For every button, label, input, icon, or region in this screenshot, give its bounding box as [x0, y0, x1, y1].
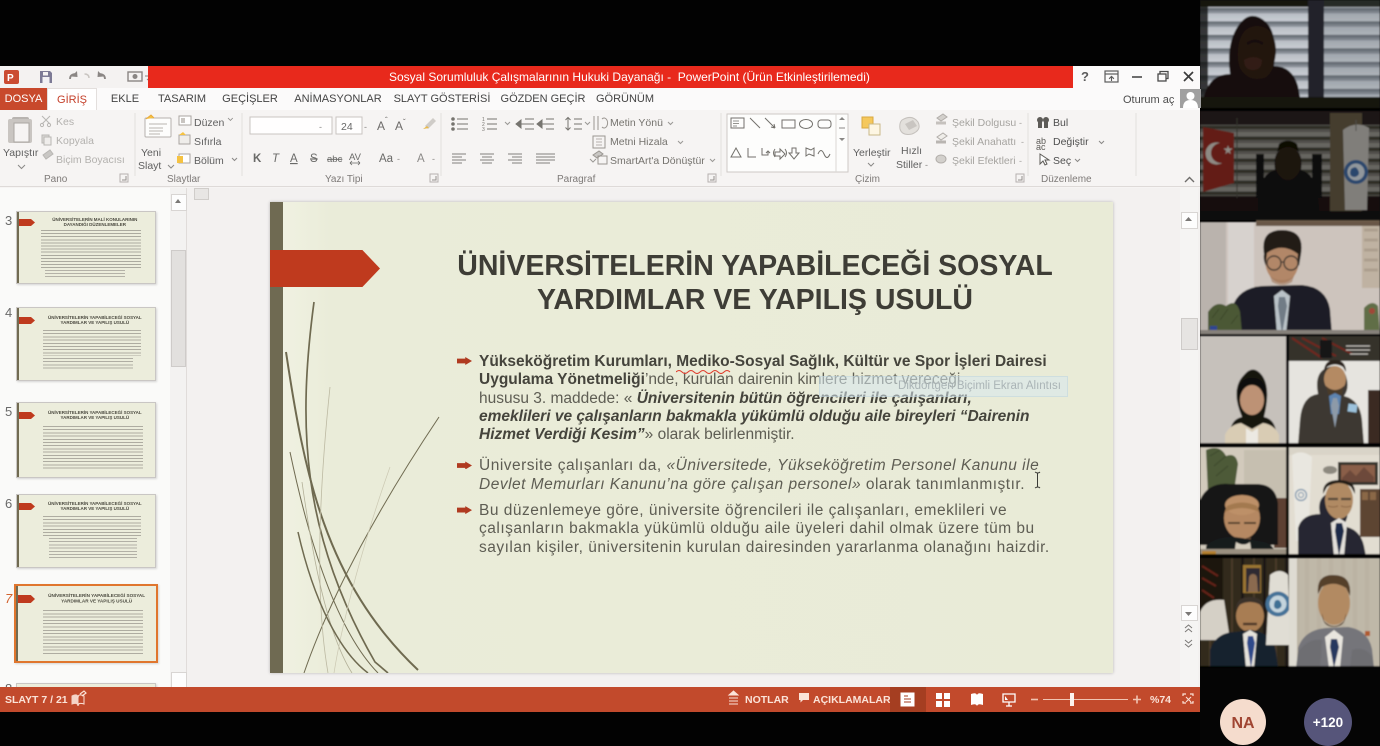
- svg-text:-: -: [1019, 118, 1022, 128]
- svg-text:Slayt: Slayt: [138, 160, 161, 172]
- svg-text:-: -: [364, 122, 367, 132]
- svg-text:3: 3: [482, 127, 485, 133]
- svg-text:Slaytlar: Slaytlar: [167, 174, 201, 185]
- svg-text:Yeni: Yeni: [141, 147, 161, 159]
- svg-text:A: A: [290, 153, 298, 165]
- svg-text:Hızlı: Hızlı: [901, 145, 922, 157]
- svg-text:A: A: [417, 153, 425, 165]
- svg-text:Kes: Kes: [56, 116, 74, 128]
- svg-text:-: -: [319, 122, 322, 132]
- svg-text:Çizim: Çizim: [855, 174, 880, 185]
- svg-text:Yerleştir: Yerleştir: [853, 147, 891, 159]
- svg-text:Şekil Anahattı: Şekil Anahattı: [952, 136, 1016, 148]
- svg-text:Düzenleme: Düzenleme: [1041, 174, 1092, 185]
- svg-text:ˇ: ˇ: [403, 118, 406, 127]
- svg-text:+120: +120: [1313, 715, 1343, 730]
- svg-text:Şekil Efektleri: Şekil Efektleri: [952, 155, 1016, 167]
- svg-text:Stiller: Stiller: [896, 159, 923, 171]
- svg-text:Biçim Boyacısı: Biçim Boyacısı: [56, 154, 125, 166]
- svg-text:ac: ac: [1036, 142, 1046, 152]
- svg-text:?: ?: [1081, 69, 1089, 84]
- svg-text:NOTLAR: NOTLAR: [745, 694, 789, 706]
- svg-text:-: -: [397, 154, 400, 164]
- svg-text:S: S: [310, 153, 318, 165]
- svg-text:Metin Yönü: Metin Yönü: [610, 117, 663, 129]
- svg-text:Seç: Seç: [1053, 155, 1071, 167]
- svg-text:ˆ: ˆ: [385, 116, 388, 125]
- svg-text:Yazı Tipi: Yazı Tipi: [325, 174, 363, 185]
- svg-text:Kopyala: Kopyala: [56, 135, 94, 147]
- svg-text:-: -: [1019, 156, 1022, 166]
- svg-text:-: -: [432, 154, 435, 164]
- svg-text:AV: AV: [349, 152, 362, 163]
- svg-text:abc: abc: [327, 154, 343, 165]
- svg-text:Yapıştır: Yapıştır: [3, 147, 39, 159]
- svg-text:Düzen: Düzen: [194, 117, 225, 129]
- svg-text:P: P: [7, 73, 14, 84]
- svg-text:%74: %74: [1150, 694, 1171, 706]
- svg-text:Bul: Bul: [1053, 117, 1068, 129]
- svg-text:-: -: [925, 160, 928, 170]
- svg-text:NA: NA: [1231, 715, 1255, 732]
- svg-text:SLAYT 7 / 21: SLAYT 7 / 21: [5, 694, 68, 706]
- svg-text:K: K: [253, 153, 262, 165]
- svg-text:Paragraf: Paragraf: [557, 174, 596, 185]
- svg-text:SmartArt'a Dönüştür: SmartArt'a Dönüştür: [610, 155, 705, 167]
- svg-text:Sıfırla: Sıfırla: [194, 136, 222, 148]
- svg-text:AÇIKLAMALAR: AÇIKLAMALAR: [813, 694, 891, 706]
- svg-text:Metni Hizala: Metni Hizala: [610, 136, 668, 148]
- svg-text:A: A: [395, 119, 403, 133]
- svg-text:T: T: [272, 153, 280, 165]
- svg-text:A: A: [377, 119, 385, 133]
- svg-text:Bölüm: Bölüm: [194, 155, 224, 167]
- svg-text:-: -: [1021, 137, 1024, 147]
- svg-text:24: 24: [341, 121, 353, 133]
- svg-text:Şekil Dolgusu: Şekil Dolgusu: [952, 117, 1016, 129]
- svg-text:Değiştir: Değiştir: [1053, 136, 1089, 148]
- svg-text:Pano: Pano: [44, 174, 68, 185]
- svg-text:Aa: Aa: [379, 153, 394, 165]
